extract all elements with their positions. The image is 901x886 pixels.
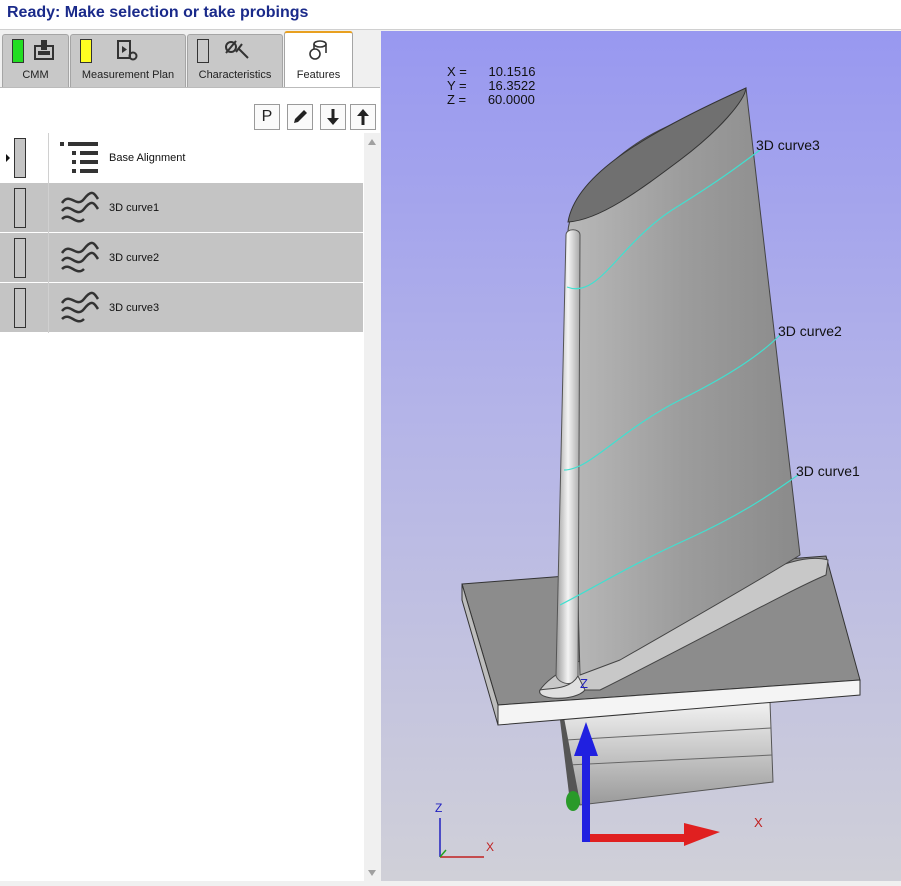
probe-p-button[interactable]: P <box>254 104 280 130</box>
x-axis-arrowhead <box>684 823 720 846</box>
feature-row-3d-curve3[interactable]: 3D curve3 <box>0 283 363 333</box>
tab-characteristics[interactable]: Characteristics <box>187 34 283 87</box>
feature-list-scrollbar[interactable] <box>364 133 380 881</box>
3d-viewport[interactable]: X = 10.1516 Y = 16.3522 Z = 60.0000 3D c… <box>381 31 901 881</box>
tab-cmm-label: CMM <box>22 69 49 81</box>
cmm-machine-icon <box>34 40 54 60</box>
x-axis-shaft <box>590 834 686 842</box>
curve-label-3d-curve1[interactable]: 3D curve1 <box>796 463 860 479</box>
arrow-down-icon <box>327 109 339 125</box>
move-down-button[interactable] <box>320 104 346 130</box>
tab-measurement-plan[interactable]: Measurement Plan <box>70 34 186 87</box>
list-icon <box>60 142 98 173</box>
tab-measurement-plan-label: Measurement Plan <box>81 69 175 81</box>
tab-bar: CMM Measurement Plan Characteristics Fea… <box>0 30 380 87</box>
features-shapes-icon <box>309 40 327 60</box>
tab-features-label: Features <box>296 69 341 81</box>
features-toolbar: P <box>0 87 380 134</box>
status-bar: Ready: Make selection or take probings <box>0 0 901 30</box>
y-coord-label: Y = <box>447 78 467 93</box>
pencil-icon <box>294 110 307 123</box>
mini-axis-triad <box>439 818 484 858</box>
feature-status-indicator <box>14 188 26 228</box>
feature-status-indicator <box>14 288 26 328</box>
tab-features[interactable]: Features <box>284 31 353 87</box>
coordinate-readout: X = 10.1516 Y = 16.3522 Z = 60.0000 <box>447 65 536 107</box>
edit-button[interactable] <box>287 104 313 130</box>
measurement-plan-status-indicator <box>80 39 92 63</box>
row-pointer-icon <box>6 154 10 162</box>
feature-row-base-alignment[interactable]: Base Alignment <box>0 133 363 183</box>
z-axis-label: Z <box>580 676 588 691</box>
feature-status-indicator <box>14 238 26 278</box>
arrow-up-icon <box>357 109 369 125</box>
y-axis-arrow <box>566 791 580 811</box>
z-coord-value: 60.0000 <box>487 92 535 107</box>
feature-label: 3D curve2 <box>109 252 160 264</box>
x-coord-value: 10.1516 <box>488 64 536 79</box>
feature-label: 3D curve1 <box>109 202 160 214</box>
diameter-caliper-icon <box>225 40 249 59</box>
y-coord-value: 16.3522 <box>488 78 536 93</box>
cmm-status-indicator <box>12 39 24 63</box>
feature-list: Base Alignment 3D curve1 3D curve2 3D cu… <box>0 133 364 881</box>
measurement-plan-icon <box>117 40 138 61</box>
scrollbar-arrows-icon <box>368 139 376 876</box>
move-up-button[interactable] <box>350 104 376 130</box>
feature-label: Base Alignment <box>109 152 186 164</box>
x-coord-label: X = <box>447 64 467 79</box>
feature-label: 3D curve3 <box>109 302 160 314</box>
mini-z-axis-label: Z <box>435 801 443 815</box>
characteristics-status-indicator <box>197 39 209 63</box>
mini-x-axis-label: X <box>486 840 495 854</box>
curve-icon <box>60 241 100 273</box>
curve-label-3d-curve3[interactable]: 3D curve3 <box>756 137 820 153</box>
feature-status-indicator <box>14 138 26 178</box>
z-axis-shaft <box>582 752 590 842</box>
turbine-blade-model[interactable] <box>381 31 901 881</box>
feature-row-3d-curve2[interactable]: 3D curve2 <box>0 233 363 283</box>
z-coord-label: Z = <box>447 92 467 107</box>
status-text: Ready: Make selection or take probings <box>7 4 309 21</box>
tab-cmm[interactable]: CMM <box>2 34 69 87</box>
curve-label-3d-curve2[interactable]: 3D curve2 <box>778 323 842 339</box>
tab-characteristics-label: Characteristics <box>198 69 272 81</box>
curve-icon <box>60 191 100 223</box>
x-axis-label: X <box>754 815 763 830</box>
left-panel: CMM Measurement Plan Characteristics Fea… <box>0 30 380 881</box>
feature-row-3d-curve1[interactable]: 3D curve1 <box>0 183 363 233</box>
curve-icon <box>60 291 100 323</box>
